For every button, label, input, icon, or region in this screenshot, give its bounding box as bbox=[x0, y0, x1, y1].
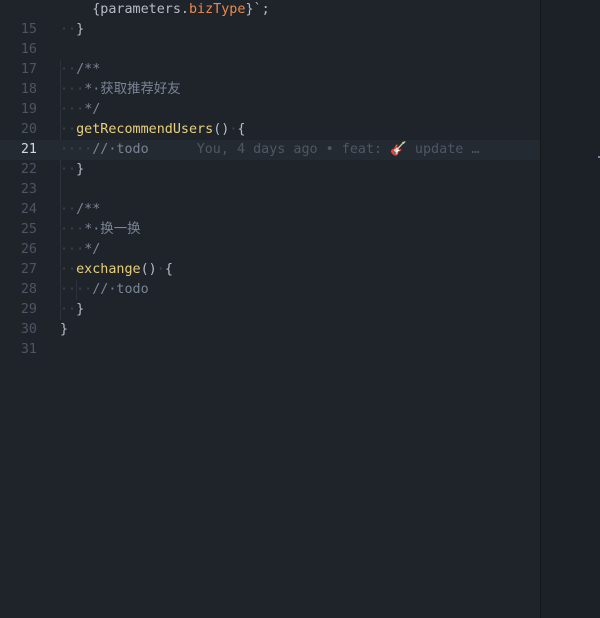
line-number: 19 bbox=[20, 102, 37, 117]
code-token: //·todo bbox=[92, 142, 149, 157]
code-token: }` bbox=[245, 2, 262, 17]
code-token: ·· bbox=[60, 262, 77, 277]
line-content: ···*·获取推荐好友 bbox=[60, 80, 181, 100]
line-number: 27 bbox=[20, 262, 37, 277]
line-content: ··/** bbox=[60, 60, 100, 80]
line-number: 18 bbox=[20, 82, 37, 97]
code-token: } bbox=[76, 302, 85, 317]
line-number: 26 bbox=[20, 242, 37, 257]
code-line[interactable]: 27 ··exchange()·{ bbox=[0, 260, 540, 280]
line-number: 30 bbox=[20, 322, 37, 337]
code-token: *·换一换 bbox=[84, 222, 141, 237]
code-token: {parameters. bbox=[92, 2, 189, 17]
code-line[interactable]: 23 bbox=[0, 180, 540, 200]
code-editor[interactable]: {parameters.bizType}`; 15 ··} 16 17 ··/** 18 ··… bbox=[0, 0, 540, 618]
code-token: */ bbox=[84, 102, 101, 117]
line-content: ···*/ bbox=[60, 240, 100, 260]
code-token: ·· bbox=[60, 122, 77, 137]
code-token: } bbox=[76, 22, 85, 37]
line-number: 24 bbox=[20, 202, 37, 217]
code-token: ·· bbox=[60, 302, 77, 317]
code-token: · bbox=[156, 262, 165, 277]
code-token: ·· bbox=[60, 62, 77, 77]
line-content: ··} bbox=[60, 160, 84, 180]
line-number: 31 bbox=[20, 342, 37, 357]
line-number: 28 bbox=[20, 282, 37, 297]
code-token: ·· bbox=[60, 162, 77, 177]
code-token: exchange bbox=[76, 262, 141, 277]
git-blame-annotation: You, 4 days ago • feat: 🎸 update … bbox=[196, 142, 480, 157]
line-number: 16 bbox=[20, 42, 37, 57]
line-number: 29 bbox=[20, 302, 37, 317]
code-line[interactable]: 24 ··/** bbox=[0, 200, 540, 220]
code-token: ··· bbox=[60, 222, 85, 237]
line-number: 17 bbox=[20, 62, 37, 77]
line-content: ···*/ bbox=[60, 100, 100, 120]
code-token: /** bbox=[76, 202, 101, 217]
code-token: ·· bbox=[60, 22, 77, 37]
code-token: { bbox=[237, 122, 246, 137]
line-content: } bbox=[60, 320, 68, 340]
code-line-current[interactable]: 21 ····//·todo You, 4 days ago • feat: 🎸 u… bbox=[0, 140, 540, 160]
line-number: 25 bbox=[20, 222, 37, 237]
code-line[interactable]: 18 ···*·获取推荐好友 bbox=[0, 80, 540, 100]
code-token: ··· bbox=[60, 102, 85, 117]
code-line[interactable]: 17 ··/** bbox=[0, 60, 540, 80]
line-content: ···*·换一换 bbox=[60, 220, 140, 240]
code-line[interactable]: 15 ··} bbox=[0, 20, 540, 40]
code-line[interactable]: 29 ··} bbox=[0, 300, 540, 320]
line-number: 20 bbox=[20, 122, 37, 137]
code-token: ; bbox=[261, 2, 270, 17]
code-token: *·获取推荐好友 bbox=[84, 82, 181, 97]
code-token: bizType bbox=[189, 2, 246, 17]
code-token: } bbox=[60, 322, 69, 337]
line-content: ··} bbox=[60, 20, 84, 40]
line-number: 15 bbox=[20, 22, 37, 37]
code-token: ···· bbox=[60, 142, 93, 157]
line-content: ····//·todo You, 4 days ago • feat: 🎸 upd… bbox=[60, 140, 479, 160]
line-number: 21 bbox=[20, 142, 37, 157]
code-line[interactable]: 30} bbox=[0, 320, 540, 340]
code-token: ·· bbox=[60, 202, 77, 217]
minimap[interactable] bbox=[540, 0, 600, 618]
code-token: } bbox=[76, 162, 85, 177]
line-content: ··} bbox=[60, 300, 84, 320]
code-token: () bbox=[213, 122, 230, 137]
line-content: ····//·todo bbox=[60, 280, 149, 300]
code-token: () bbox=[140, 262, 157, 277]
line-content: ··/** bbox=[60, 200, 100, 220]
code-token: ··· bbox=[60, 242, 85, 257]
code-line[interactable]: {parameters.bizType}`; bbox=[0, 0, 540, 20]
code-token: getRecommendUsers bbox=[76, 122, 214, 137]
code-line[interactable]: 16 bbox=[0, 40, 540, 60]
code-token: ···· bbox=[60, 282, 93, 297]
code-token: /** bbox=[76, 62, 101, 77]
code-token: { bbox=[164, 262, 173, 277]
code-line[interactable]: 22 ··} bbox=[0, 160, 540, 180]
line-number: 22 bbox=[20, 162, 37, 177]
code-token: //·todo bbox=[92, 282, 149, 297]
code-line[interactable]: 26 ···*/ bbox=[0, 240, 540, 260]
code-line[interactable]: 28 ····//·todo bbox=[0, 280, 540, 300]
line-content: {parameters.bizType}`; bbox=[60, 0, 270, 20]
code-line[interactable]: 31 bbox=[0, 340, 540, 360]
code-token: ··· bbox=[60, 82, 85, 97]
line-content: ··getRecommendUsers()·{ bbox=[60, 120, 245, 140]
code-line[interactable]: 20 ··getRecommendUsers()·{ bbox=[0, 120, 540, 140]
line-content: ··exchange()·{ bbox=[60, 260, 173, 280]
code-line[interactable]: 25 ···*·换一换 bbox=[0, 220, 540, 240]
code-line[interactable]: 19 ···*/ bbox=[0, 100, 540, 120]
code-token: */ bbox=[84, 242, 101, 257]
line-number: 23 bbox=[20, 182, 37, 197]
